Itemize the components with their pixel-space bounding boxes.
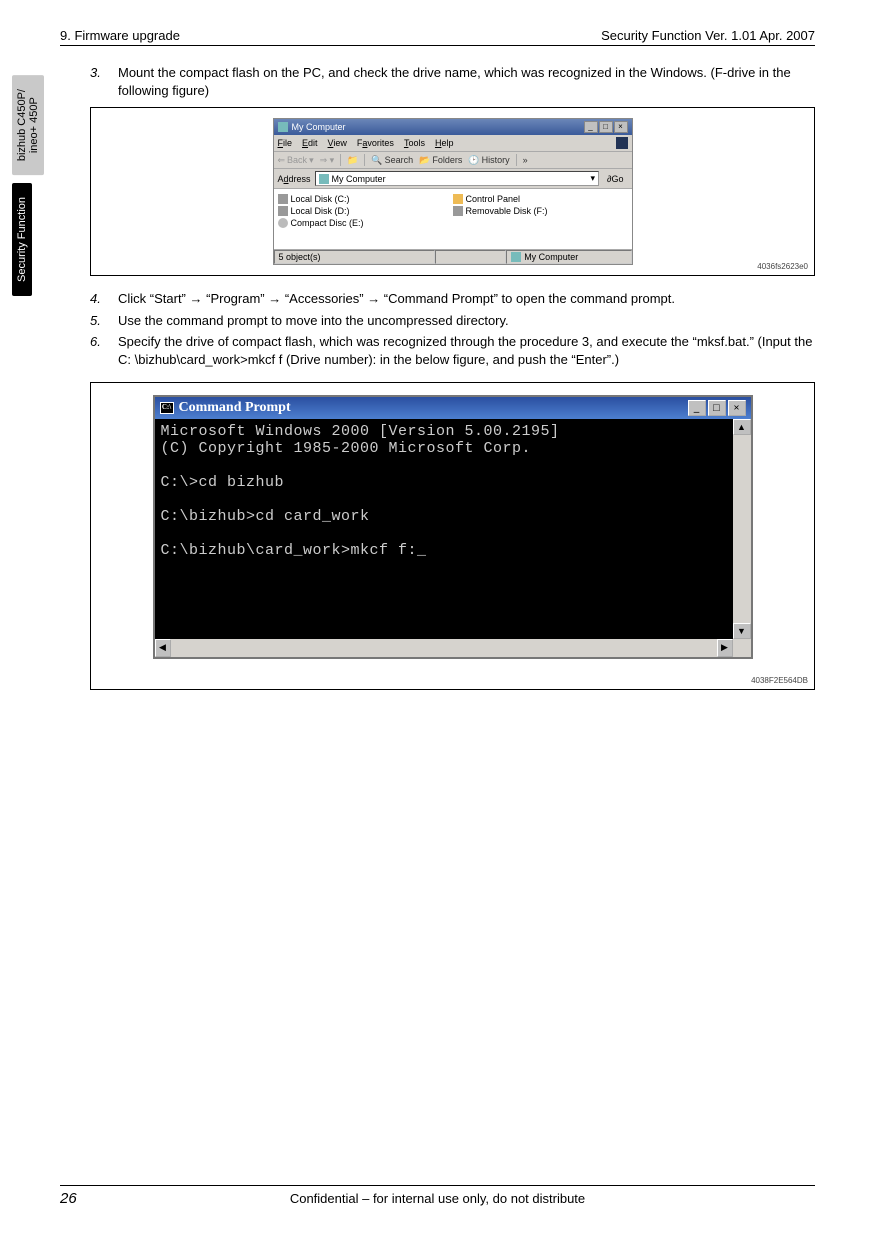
step-num: 6. [90,333,118,368]
figure-mycomputer: My Computer _ □ × FFileile Edit View Fav… [90,107,815,276]
scroll-up-icon[interactable]: ▲ [733,419,751,435]
resize-grip[interactable] [733,639,751,657]
side-tab-model: bizhub C450P/ ineo+ 450P [12,75,44,175]
close-button[interactable]: × [728,400,746,416]
drive-e[interactable]: Compact Disc (E:) [278,217,453,229]
step-text: Click “Start” → “Program” → “Accessories… [118,290,675,308]
status-left: 5 object(s) [274,250,435,264]
mycomputer-icon [278,122,288,132]
header-right: Security Function Ver. 1.01 Apr. 2007 [601,28,815,43]
minimize-button[interactable]: _ [584,121,598,133]
vertical-scrollbar[interactable]: ▲ ▼ [733,419,751,639]
drive-f[interactable]: Removable Disk (F:) [453,205,628,217]
chevron-down-icon[interactable]: ▾ [591,173,596,184]
address-label: Address [278,174,311,184]
statusbar: 5 object(s) My Computer [274,249,632,264]
step-4: 4. Click “Start” → “Program” → “Accessor… [90,290,815,308]
cmd-titlebar: C:\ Command Prompt _ □ × [155,397,751,419]
menu-edit[interactable]: Edit [302,138,318,148]
history-button[interactable]: 🕑History [468,155,509,166]
folders-button[interactable]: 📂Folders [419,155,462,166]
cmd-window: C:\ Command Prompt _ □ × Microsoft Windo… [153,395,753,659]
file-list: Local Disk (C:) Local Disk (D:) Compact … [274,189,632,249]
page-number: 26 [60,1190,77,1207]
drive-d[interactable]: Local Disk (D:) [278,205,453,217]
scroll-left-icon[interactable]: ◀ [155,639,171,657]
menubar: FFileile Edit View Favorites Tools Help [274,135,632,152]
figure-id: 4038F2E564DB [751,676,808,685]
close-button[interactable]: × [614,121,628,133]
toolbar-more[interactable]: » [523,155,528,165]
maximize-button[interactable]: □ [708,400,726,416]
horizontal-scrollbar[interactable]: ◀ ▶ [155,639,733,657]
cd-icon [278,218,288,228]
page-footer: 26 Confidential – for internal use only,… [60,1185,815,1206]
step-text: Mount the compact flash on the PC, and c… [118,64,815,99]
address-input[interactable]: My Computer ▾ [315,171,599,186]
scroll-down-icon[interactable]: ▼ [733,623,751,639]
back-button[interactable]: ⇐ Back ▾ [278,155,314,166]
window-title: My Computer [292,122,346,132]
titlebar: My Computer _ □ × [274,119,632,135]
step-6: 6. Specify the drive of compact flash, w… [90,333,815,368]
disk-icon [278,194,288,204]
step-5: 5. Use the command prompt to move into t… [90,312,815,330]
step-3: 3. Mount the compact flash on the PC, an… [90,64,815,99]
page-header: 9. Firmware upgrade Security Function Ve… [60,28,815,46]
step-text: Specify the drive of compact flash, whic… [118,333,815,368]
control-panel[interactable]: Control Panel [453,193,628,205]
confidential-notice: Confidential – for internal use only, do… [60,1191,815,1206]
cmd-icon: C:\ [160,402,174,414]
step-num: 3. [90,64,118,99]
drive-c[interactable]: Local Disk (C:) [278,193,453,205]
maximize-button[interactable]: □ [599,121,613,133]
cmd-title-text: Command Prompt [179,400,291,416]
mycomputer-icon [319,174,329,184]
side-tab-section: Security Function [12,183,32,296]
step-num: 5. [90,312,118,330]
menu-file[interactable]: FFileile [278,138,293,148]
step-num: 4. [90,290,118,308]
header-left: 9. Firmware upgrade [60,28,180,43]
windows-logo-icon [616,137,628,149]
mycomputer-window: My Computer _ □ × FFileile Edit View Fav… [273,118,633,265]
side-tabs: bizhub C450P/ ineo+ 450P Security Functi… [12,75,44,304]
figure-cmdprompt: C:\ Command Prompt _ □ × Microsoft Windo… [90,382,815,690]
step-text: Use the command prompt to move into the … [118,312,509,330]
folder-icon [453,194,463,204]
menu-help[interactable]: Help [435,138,454,148]
go-button[interactable]: ∂Go [603,174,627,184]
up-button[interactable]: 📁 [347,155,358,166]
menu-tools[interactable]: Tools [404,138,425,148]
minimize-button[interactable]: _ [688,400,706,416]
menu-view[interactable]: View [328,138,347,148]
figure-id: 4036fs2623e0 [757,262,808,271]
status-right: My Computer [506,250,631,264]
cmd-output[interactable]: Microsoft Windows 2000 [Version 5.00.219… [155,419,733,639]
menu-favorites[interactable]: Favorites [357,138,394,148]
toolbar: ⇐ Back ▾ ⇒ ▾ 📁 🔍Search 📂Folders 🕑History… [274,152,632,169]
removable-icon [453,206,463,216]
disk-icon [278,206,288,216]
search-button[interactable]: 🔍Search [371,155,413,166]
scroll-right-icon[interactable]: ▶ [717,639,733,657]
address-bar: Address My Computer ▾ ∂Go [274,169,632,189]
forward-button[interactable]: ⇒ ▾ [320,155,335,166]
